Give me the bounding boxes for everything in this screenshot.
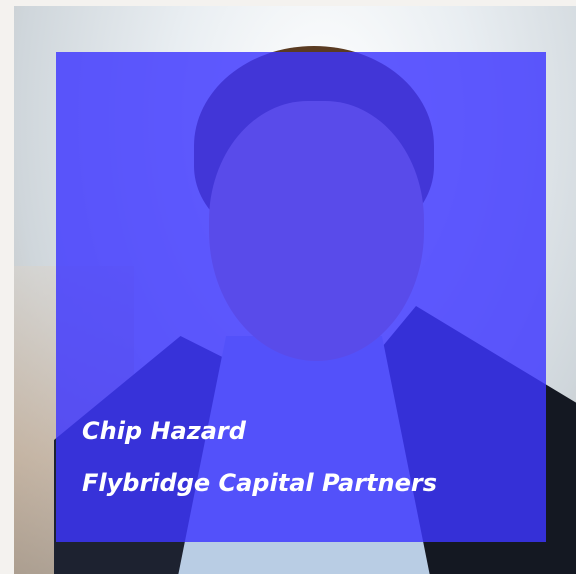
profile-card: Chip Hazard Flybridge Capital Partners [0, 0, 576, 574]
profile-caption: Chip Hazard Flybridge Capital Partners [82, 417, 438, 497]
company-name: Flybridge Capital Partners [82, 468, 438, 497]
person-name: Chip Hazard [82, 417, 246, 445]
